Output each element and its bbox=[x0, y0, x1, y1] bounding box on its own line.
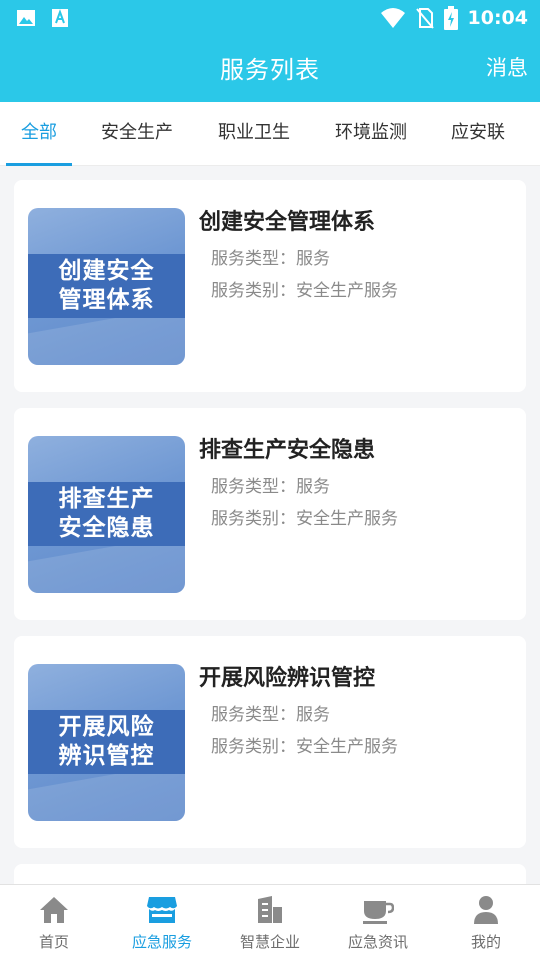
service-category: 服务类别：安全生产服务 bbox=[211, 281, 398, 301]
tab-safety-production[interactable]: 安全生产 bbox=[92, 102, 182, 166]
category-tabs: 全部 安全生产 职业卫生 环境监测 应安联 bbox=[0, 102, 540, 166]
title-bar: 服务列表 消息 bbox=[0, 36, 540, 102]
page-title: 服务列表 bbox=[220, 56, 320, 84]
service-thumbnail: 创建安全 管理体系 bbox=[28, 208, 185, 365]
messages-button[interactable]: 消息 bbox=[486, 52, 528, 82]
status-time: 10:04 bbox=[467, 7, 528, 29]
status-bar: 10:04 bbox=[0, 0, 540, 36]
tab-all[interactable]: 全部 bbox=[6, 102, 72, 166]
nav-smart-enterprise[interactable]: 智慧企业 bbox=[216, 885, 324, 960]
tab-environment-monitoring[interactable]: 环境监测 bbox=[326, 102, 416, 166]
wifi-icon bbox=[380, 8, 405, 28]
building-icon bbox=[258, 896, 282, 923]
service-type: 服务类型：服务 bbox=[211, 249, 330, 269]
service-category: 服务类别：安全生产服务 bbox=[211, 509, 398, 529]
service-title: 开展风险辨识管控 bbox=[199, 666, 376, 691]
app-header: 10:04 服务列表 消息 bbox=[0, 0, 540, 102]
tab-occupational-health[interactable]: 职业卫生 bbox=[209, 102, 299, 166]
service-title: 创建安全管理体系 bbox=[199, 210, 376, 235]
service-type: 服务类型：服务 bbox=[211, 705, 330, 725]
nav-mine[interactable]: 我的 bbox=[432, 885, 540, 960]
home-icon bbox=[40, 897, 68, 923]
thumbnail-text-line2: 辨识管控 bbox=[58, 743, 155, 769]
service-card[interactable]: 开展风险 辨识管控 开展风险辨识管控 服务类型：服务 服务类别：安全生产服务 bbox=[14, 636, 526, 848]
service-card[interactable]: 创建安全 管理体系 创建安全管理体系 服务类型：服务 服务类别：安全生产服务 bbox=[14, 180, 526, 392]
service-title: 排查生产安全隐患 bbox=[199, 438, 376, 463]
cup-icon bbox=[363, 901, 394, 924]
nav-emergency-services[interactable]: 应急服务 bbox=[108, 885, 216, 960]
user-icon bbox=[474, 896, 498, 924]
service-card[interactable]: 排查生产 安全隐患 排查生产安全隐患 服务类型：服务 服务类别：安全生产服务 bbox=[14, 408, 526, 620]
thumbnail-text-line1: 开展风险 bbox=[58, 714, 155, 740]
service-category: 服务类别：安全生产服务 bbox=[211, 737, 398, 757]
bottom-navigation: 首页 应急服务 智慧企业 应急资讯 我的 bbox=[0, 884, 540, 960]
gallery-icon bbox=[17, 10, 35, 26]
nav-emergency-news[interactable]: 应急资讯 bbox=[324, 885, 432, 960]
service-type: 服务类型：服务 bbox=[211, 477, 330, 497]
active-tab-indicator bbox=[6, 163, 72, 166]
battery-charging-icon bbox=[443, 6, 458, 30]
store-icon bbox=[147, 897, 177, 923]
font-a-icon bbox=[52, 9, 68, 27]
thumbnail-text-line2: 安全隐患 bbox=[58, 515, 155, 541]
service-thumbnail: 排查生产 安全隐患 bbox=[28, 436, 185, 593]
thumbnail-text-line1: 创建安全 bbox=[58, 258, 155, 284]
no-sim-icon bbox=[415, 8, 434, 29]
thumbnail-text-line2: 管理体系 bbox=[58, 287, 155, 313]
thumbnail-text-line1: 排查生产 bbox=[58, 486, 155, 512]
service-thumbnail: 开展风险 辨识管控 bbox=[28, 664, 185, 821]
nav-home[interactable]: 首页 bbox=[0, 885, 108, 960]
tab-yinganlian[interactable]: 应安联 bbox=[444, 102, 512, 166]
